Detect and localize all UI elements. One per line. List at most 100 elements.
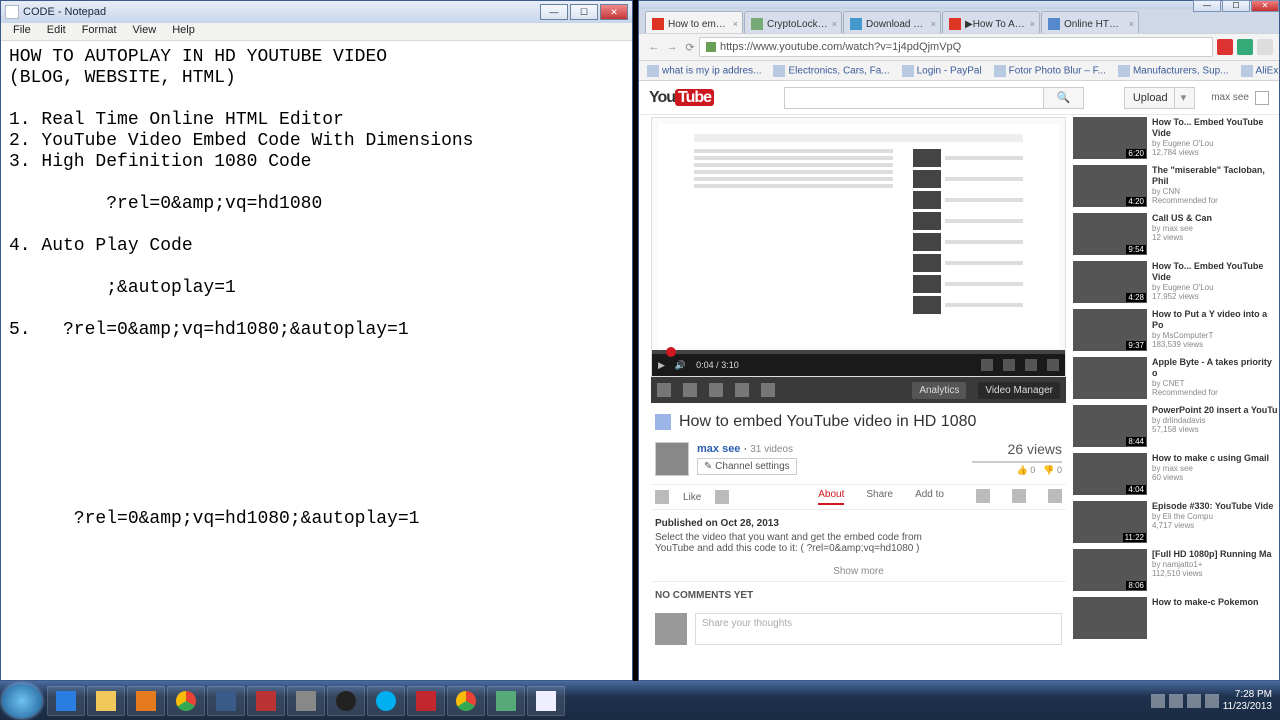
bookmark[interactable]: what is my ip addres... xyxy=(647,65,761,77)
comment-input[interactable]: Share your thoughts xyxy=(695,613,1062,645)
taskbar-app[interactable] xyxy=(207,686,245,716)
captions-icon[interactable] xyxy=(761,383,775,397)
dislike-button[interactable] xyxy=(715,490,729,504)
fullscreen-icon[interactable] xyxy=(1047,359,1059,371)
chevron-down-icon[interactable]: ▾ xyxy=(1174,88,1187,108)
minimize-button[interactable]: — xyxy=(1193,0,1221,12)
browser-tab[interactable]: ▶How To Autopl× xyxy=(942,11,1040,33)
tab-about[interactable]: About xyxy=(818,489,844,505)
channel-settings-button[interactable]: ✎ Channel settings xyxy=(697,458,797,475)
wand-icon[interactable] xyxy=(683,383,697,397)
tab-addto[interactable]: Add to xyxy=(915,489,944,505)
chrome-titlebar[interactable]: — ☐ ✕ xyxy=(639,1,1279,9)
maximize-button[interactable]: ☐ xyxy=(570,4,598,20)
notepad-titlebar[interactable]: CODE - Notepad — ☐ ✕ xyxy=(1,1,632,23)
upload-button[interactable]: Upload▾ xyxy=(1124,87,1195,109)
suggested-video[interactable]: 4:04How to make c using Gmailby max see6… xyxy=(1073,453,1279,495)
menu-file[interactable]: File xyxy=(5,23,39,40)
menu-view[interactable]: View xyxy=(125,23,165,40)
taskbar-app[interactable] xyxy=(287,686,325,716)
taskbar-ie[interactable] xyxy=(47,686,85,716)
extension-icon[interactable] xyxy=(1217,39,1233,55)
bookmark[interactable]: Login - PayPal xyxy=(902,65,982,77)
taskbar-app[interactable] xyxy=(247,686,285,716)
taskbar-adobe[interactable] xyxy=(407,686,445,716)
bookmark[interactable]: Fotor Photo Blur – F... xyxy=(994,65,1106,77)
volume-icon[interactable]: 🔊 xyxy=(675,360,686,371)
clock[interactable]: 7:28 PM11/23/2013 xyxy=(1223,689,1272,713)
watch-later-icon[interactable] xyxy=(981,359,993,371)
browser-tab[interactable]: CryptoLocker or V× xyxy=(744,11,842,33)
search-input[interactable] xyxy=(784,87,1044,109)
suggested-video[interactable]: 9:37How to Put a Y video into a Poby MsC… xyxy=(1073,309,1279,351)
notepad-textarea[interactable]: HOW TO AUTOPLAY IN HD YOUTUBE VIDEO (BLO… xyxy=(1,41,632,680)
taskbar-media[interactable] xyxy=(127,686,165,716)
account-name[interactable]: max see xyxy=(1211,92,1249,103)
reload-button[interactable]: ⟳ xyxy=(681,41,699,54)
maximize-button[interactable]: ☐ xyxy=(1222,0,1250,12)
video-player[interactable]: ▶ 🔊 0:04 / 3:10 xyxy=(651,117,1066,377)
channel-link[interactable]: max see xyxy=(697,443,740,455)
channel-avatar[interactable] xyxy=(655,442,689,476)
forward-button[interactable]: → xyxy=(663,41,681,53)
audio-icon[interactable] xyxy=(709,383,723,397)
suggested-video[interactable]: 9:54Call US & Canby max see12 views xyxy=(1073,213,1279,255)
suggested-video[interactable]: 8:06[Full HD 1080p] Running Maby namjatt… xyxy=(1073,549,1279,591)
settings-gear-icon[interactable] xyxy=(1003,359,1015,371)
theater-icon[interactable] xyxy=(1025,359,1037,371)
chrome-menu-icon[interactable] xyxy=(1257,39,1273,55)
like-button[interactable] xyxy=(655,490,669,504)
tab-close-icon[interactable]: × xyxy=(1030,19,1035,29)
taskbar-explorer[interactable] xyxy=(87,686,125,716)
bookmark[interactable]: Electronics, Cars, Fa... xyxy=(773,65,889,77)
annotations-icon[interactable] xyxy=(735,383,749,397)
video-manager-button[interactable]: Video Manager xyxy=(978,382,1060,399)
tray-icon[interactable] xyxy=(1187,694,1201,708)
tray-icon[interactable] xyxy=(1151,694,1165,708)
menu-edit[interactable]: Edit xyxy=(39,23,74,40)
suggested-video[interactable]: 4:20The "miserable" Tacloban, Philby CNN… xyxy=(1073,165,1279,207)
tray-icon[interactable] xyxy=(1169,694,1183,708)
taskbar-notepad[interactable] xyxy=(527,686,565,716)
tray-icon[interactable] xyxy=(1205,694,1219,708)
close-button[interactable]: ✕ xyxy=(600,4,628,20)
suggested-video[interactable]: 6:20How To... Embed YouTube Videby Eugen… xyxy=(1073,117,1279,159)
flag-icon[interactable] xyxy=(1048,489,1062,503)
taskbar-chrome2[interactable] xyxy=(447,686,485,716)
search-button[interactable]: 🔍 xyxy=(1044,87,1084,109)
browser-tab[interactable]: Online HTML Edi× xyxy=(1041,11,1139,33)
close-button[interactable]: ✕ xyxy=(1251,0,1279,12)
suggested-video[interactable]: 4:28How To... Embed YouTube Videby Eugen… xyxy=(1073,261,1279,303)
tab-close-icon[interactable]: × xyxy=(931,19,936,29)
taskbar-app[interactable] xyxy=(487,686,525,716)
suggested-video[interactable]: 11:22Episode #330: YouTube Videby Eli th… xyxy=(1073,501,1279,543)
youtube-logo[interactable]: YouTube xyxy=(649,89,714,107)
menu-help[interactable]: Help xyxy=(164,23,203,40)
extension-icon[interactable] xyxy=(1237,39,1253,55)
suggested-video[interactable]: How to make-c Pokemon xyxy=(1073,597,1279,639)
bookmark[interactable]: AliExpress.com - On... xyxy=(1241,65,1279,77)
tab-close-icon[interactable]: × xyxy=(832,19,837,29)
bookmark[interactable]: Manufacturers, Sup... xyxy=(1118,65,1229,77)
show-more-button[interactable]: Show more xyxy=(651,562,1066,582)
transcript-icon[interactable] xyxy=(976,489,990,503)
menu-format[interactable]: Format xyxy=(74,23,125,40)
suggested-video[interactable]: Apple Byte - A takes priority oby CNETRe… xyxy=(1073,357,1279,399)
tab-share[interactable]: Share xyxy=(866,489,893,505)
browser-tab[interactable]: Download Torren× xyxy=(843,11,941,33)
bell-icon[interactable] xyxy=(1255,91,1269,105)
play-icon[interactable]: ▶ xyxy=(658,360,665,371)
browser-tab[interactable]: How to embed Yo× xyxy=(645,11,743,33)
progress-scrubber[interactable] xyxy=(666,347,676,357)
enhance-icon[interactable] xyxy=(657,383,671,397)
analytics-button[interactable]: Analytics xyxy=(912,382,966,399)
suggested-video[interactable]: 8:44PowerPoint 20 insert a YouTuby drlin… xyxy=(1073,405,1279,447)
tab-close-icon[interactable]: × xyxy=(733,19,738,29)
minimize-button[interactable]: — xyxy=(540,4,568,20)
back-button[interactable]: ← xyxy=(645,41,663,53)
address-bar[interactable]: https://www.youtube.com/watch?v=1j4pdQjm… xyxy=(699,37,1213,57)
taskbar-chrome[interactable] xyxy=(167,686,205,716)
tab-close-icon[interactable]: × xyxy=(1129,19,1134,29)
taskbar-skype[interactable] xyxy=(367,686,405,716)
taskbar-steam[interactable] xyxy=(327,686,365,716)
